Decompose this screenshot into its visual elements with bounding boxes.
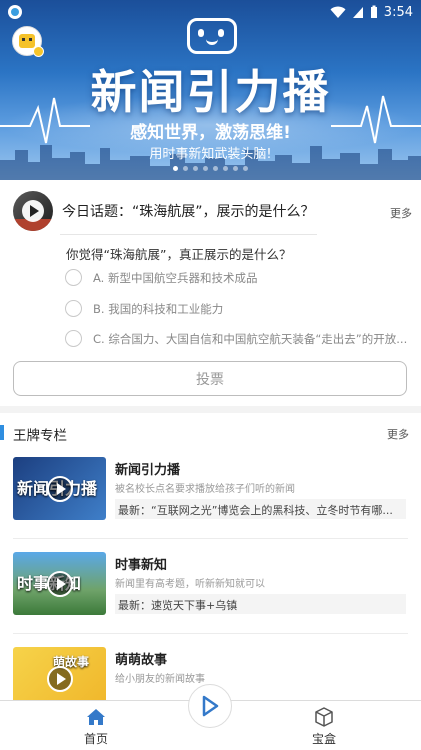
pager-dot[interactable] (243, 166, 248, 171)
column-name: 新闻引力播 (115, 463, 181, 478)
daily-topic-card: 今日话题：“珠海航展”，展示的是什么？ 更多 你觉得“珠海航展”，真正展示的是什… (0, 180, 421, 406)
option-label: A. 新型中国航空兵器和技术成品 (93, 270, 258, 285)
poll-option-a[interactable]: A. 新型中国航空兵器和技术成品 (65, 269, 410, 286)
radio-button[interactable] (65, 330, 82, 347)
pager-dot[interactable] (223, 166, 228, 171)
column-thumbnail[interactable]: 萌故事 (13, 647, 106, 703)
play-icon (46, 665, 73, 692)
play-icon (202, 695, 219, 717)
topic-thumbnail[interactable] (13, 191, 53, 231)
avatar-badge (33, 46, 44, 57)
column-description: 新闻里有高考题，听新新知就可以 (115, 579, 265, 590)
option-label: C. 综合国力、大国自信和中国航空航天装备“走出去”的开放... (93, 331, 408, 346)
poll-option-c[interactable]: C. 综合国力、大国自信和中国航空航天装备“走出去”的开放... (65, 330, 410, 347)
player-button[interactable] (188, 684, 232, 728)
option-label: B. 我国的科技和工业能力 (93, 301, 224, 316)
pager-dot[interactable] (203, 166, 208, 171)
signal-icon (352, 6, 363, 18)
pager-dot[interactable] (183, 166, 188, 171)
section-title: 王牌专栏 (13, 428, 67, 444)
pager-dot[interactable] (173, 166, 178, 171)
banner-pager[interactable] (0, 166, 421, 171)
column-item[interactable]: 时事新知 时事新知 新闻里有高考题，听新新知就可以 最新：速览天下事+乌镇 (0, 552, 421, 647)
radio-button[interactable] (65, 269, 82, 286)
column-thumbnail[interactable]: 新闻引力播 (13, 457, 106, 520)
app-notification-icon (8, 5, 22, 19)
home-icon (87, 709, 105, 725)
hero-banner[interactable]: 新闻引力播 感知世界，激荡思维! 用时事新知武装头脑! (0, 0, 421, 180)
play-icon (22, 200, 44, 222)
robot-avatar-icon (19, 34, 35, 48)
featured-columns-section: 王牌专栏 更多 新闻引力播 新闻引力播 被名校长点名要求播放给孩子们听的新闻 最… (0, 413, 421, 703)
nav-home-label: 首页 (83, 732, 108, 746)
divider (13, 538, 408, 539)
divider (13, 633, 408, 634)
divider (60, 234, 317, 235)
status-bar: 3:54 (0, 0, 421, 24)
status-time: 3:54 (383, 4, 413, 20)
pager-dot[interactable] (193, 166, 198, 171)
radio-button[interactable] (65, 300, 82, 317)
poll-option-b[interactable]: B. 我国的科技和工业能力 (65, 300, 410, 317)
banner-title: 新闻引力播 (90, 65, 331, 119)
nav-treasure[interactable]: 宝盒 (294, 706, 354, 747)
column-latest[interactable]: 最新：速览天下事+乌镇 (115, 594, 406, 614)
column-description: 被名校长点名要求播放给孩子们听的新闻 (115, 484, 295, 495)
section-accent-bar (0, 425, 4, 440)
pager-dot[interactable] (233, 166, 238, 171)
nav-home[interactable]: 首页 (66, 706, 126, 747)
column-latest[interactable]: 最新：“互联网之光”博览会上的黑科技、立冬时节有哪... (115, 499, 406, 519)
user-avatar[interactable] (12, 26, 44, 57)
topic-more-link[interactable]: 更多 (390, 205, 412, 221)
column-name: 萌萌故事 (115, 653, 168, 668)
topic-title[interactable]: 今日话题：“珠海航展”，展示的是什么？ (62, 201, 362, 221)
play-icon (46, 475, 73, 502)
battery-icon (370, 5, 377, 18)
play-icon (46, 570, 73, 597)
column-description: 给小朋友的新闻故事 (115, 674, 205, 685)
banner-tagline: 用时事新知武装头脑! (149, 147, 272, 162)
vote-button[interactable]: 投票 (13, 361, 407, 396)
columns-more-link[interactable]: 更多 (387, 426, 409, 442)
nav-treasure-label: 宝盒 (311, 732, 336, 746)
box-icon (315, 707, 333, 727)
pager-dot[interactable] (213, 166, 218, 171)
column-thumbnail[interactable]: 时事新知 (13, 552, 106, 615)
column-item[interactable]: 新闻引力播 新闻引力播 被名校长点名要求播放给孩子们听的新闻 最新：“互联网之光… (0, 457, 421, 552)
wifi-icon (330, 6, 346, 18)
column-name: 时事新知 (115, 558, 168, 573)
topic-question: 你觉得“珠海航展”，真正展示的是什么？ (66, 247, 292, 262)
banner-subtitle: 感知世界，激荡思维! (130, 123, 291, 143)
